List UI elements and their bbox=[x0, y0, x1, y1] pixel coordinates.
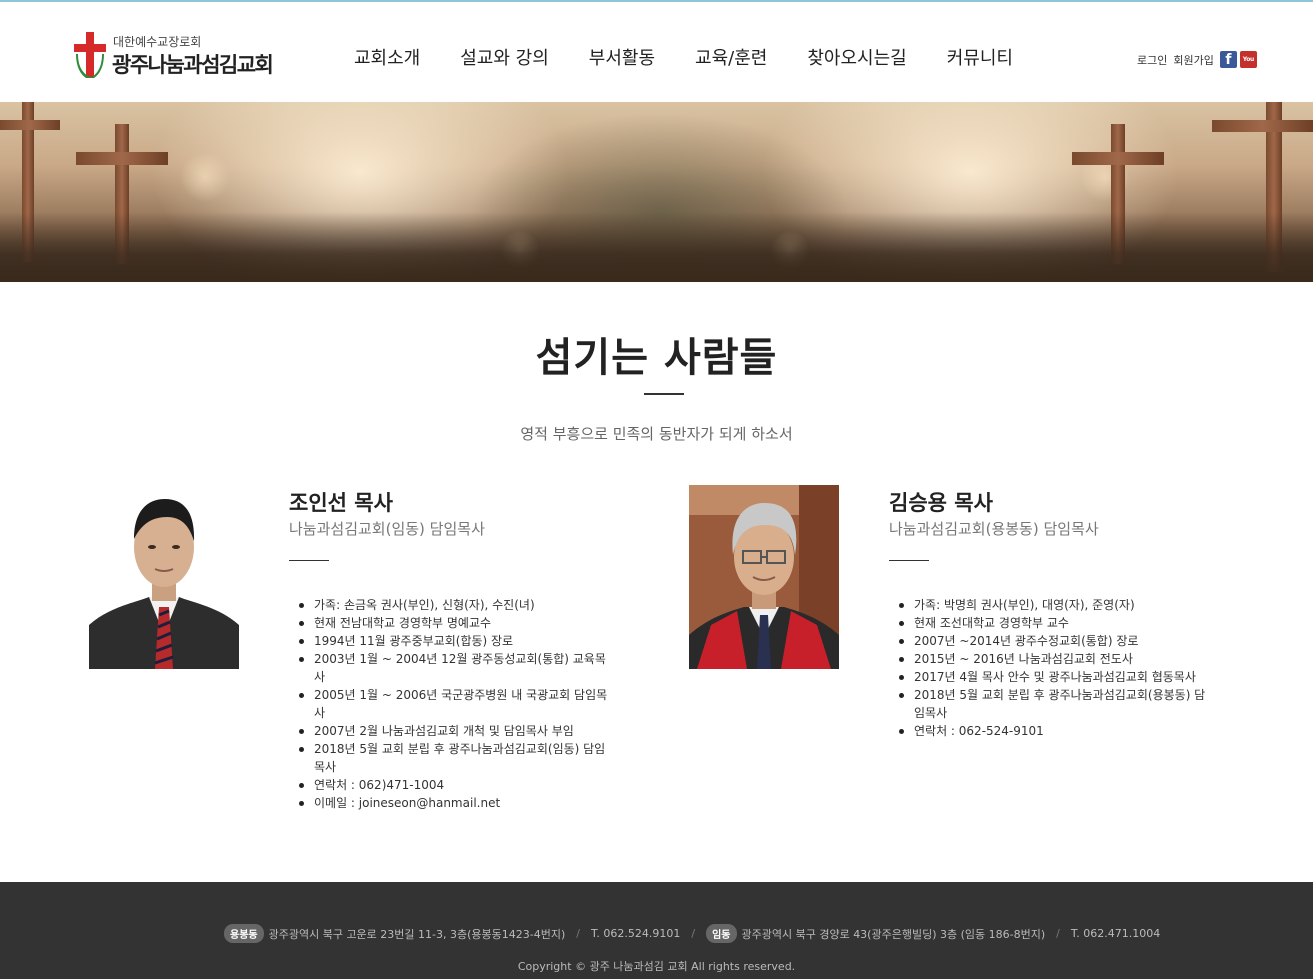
pastor-name: 조인선 목사 bbox=[289, 491, 393, 515]
footer-separator: / bbox=[691, 927, 696, 940]
pastor-role: 나눔과섬김교회(임동) 담임목사 bbox=[289, 520, 485, 538]
list-item: 2018년 5월 교회 분립 후 광주나눔과섬김교회(임동) 담임목사 bbox=[289, 740, 614, 776]
utility-links: 로그인 회원가입 f You Tube bbox=[1137, 51, 1257, 80]
footer-separator: / bbox=[1056, 927, 1060, 940]
site-header: 대한예수교장로회 광주나눔과섬김교회 교회소개 설교와 강의 부서활동 교육/훈… bbox=[0, 2, 1313, 102]
list-item: 가족: 박명희 권사(부인), 대영(자), 준영(자) bbox=[889, 596, 1214, 614]
list-item: 2007년 ~2014년 광주수정교회(통합) 장로 bbox=[889, 632, 1214, 650]
signup-link[interactable]: 회원가입 bbox=[1173, 52, 1213, 68]
list-item: 2005년 1월 ~ 2006년 국군광주병원 내 국광교회 담임목사 bbox=[289, 686, 614, 722]
title-divider bbox=[644, 393, 684, 395]
page-title: 섬기는 사람들 bbox=[535, 335, 778, 381]
cross-logo-icon bbox=[74, 32, 106, 78]
nav-item-sermons[interactable]: 설교와 강의 bbox=[460, 44, 549, 70]
logo-title: 광주나눔과섬김교회 bbox=[112, 53, 274, 77]
facebook-icon[interactable]: f bbox=[1219, 51, 1237, 68]
cross-right-large-arm bbox=[1072, 152, 1164, 165]
list-item: 2007년 2월 나눔과섬김교회 개척 및 담임목사 부임 bbox=[289, 722, 614, 740]
login-link[interactable]: 로그인 bbox=[1137, 52, 1167, 68]
list-item: 현재 전남대학교 경영학부 명예교수 bbox=[289, 614, 614, 632]
nav-item-church-intro[interactable]: 교회소개 bbox=[354, 44, 420, 70]
church-logo[interactable]: 대한예수교장로회 광주나눔과섬김교회 bbox=[72, 30, 312, 82]
footer-separator: / bbox=[576, 927, 580, 940]
banner-ground bbox=[0, 212, 1313, 282]
cross-right-big-arm bbox=[1212, 120, 1313, 132]
logo-subtitle: 대한예수교장로회 bbox=[113, 35, 202, 49]
nav-item-community[interactable]: 커뮤니티 bbox=[947, 44, 1013, 70]
list-item: 1994년 11월 광주중부교회(합동) 장로 bbox=[289, 632, 614, 650]
pastor-name: 김승용 목사 bbox=[889, 491, 993, 515]
site-footer: 용봉동 광주광역시 북구 고운로 23번길 11-3, 3층(용봉동1423-4… bbox=[0, 882, 1313, 979]
pastor-info-list: 가족: 손금옥 권사(부인), 신형(자), 수진(녀) 현재 전남대학교 경영… bbox=[289, 596, 614, 812]
branch-badge: 임동 bbox=[706, 924, 737, 943]
hero-banner-image bbox=[0, 102, 1313, 282]
pastor-info-list: 가족: 박명희 권사(부인), 대영(자), 준영(자) 현재 조선대학교 경영… bbox=[889, 596, 1214, 740]
branch-address: 광주광역시 북구 경양로 43(광주은행빌딩) 3층 (임동 186-8번지) bbox=[741, 927, 1046, 941]
list-item: 현재 조선대학교 경영학부 교수 bbox=[889, 614, 1214, 632]
list-item: 2017년 4월 목사 안수 및 광주나눔과섬김교회 협동목사 bbox=[889, 668, 1214, 686]
list-item: 가족: 손금옥 권사(부인), 신형(자), 수진(녀) bbox=[289, 596, 614, 614]
cross-left-small-arm bbox=[0, 120, 60, 130]
page-subtitle: 영적 부흥으로 민족의 동반자가 되게 하소서 bbox=[520, 425, 793, 443]
email-list-item[interactable]: 이메일 : joineseon@hanmail.net bbox=[289, 794, 614, 812]
pastor-role: 나눔과섬김교회(용봉동) 담임목사 bbox=[889, 520, 1099, 538]
branch-phone: T. 062.471.1004 bbox=[1070, 927, 1161, 940]
list-item: 2015년 ~ 2016년 나눔과섬김교회 전도사 bbox=[889, 650, 1214, 668]
nav-item-departments[interactable]: 부서활동 bbox=[589, 44, 655, 70]
branch-address: 광주광역시 북구 고운로 23번길 11-3, 3층(용봉동1423-4번지) bbox=[268, 927, 566, 941]
main-nav: 교회소개 설교와 강의 부서활동 교육/훈련 찾아오시는길 커뮤니티 bbox=[354, 44, 1053, 70]
nav-item-directions[interactable]: 찾아오시는길 bbox=[807, 44, 906, 70]
nav-item-education[interactable]: 교육/훈련 bbox=[695, 44, 767, 70]
pastor-divider bbox=[889, 560, 929, 561]
copyright-text: Copyright © 광주 나눔과섬김 교회 All rights reser… bbox=[517, 960, 796, 973]
footer-address-row: 용봉동 광주광역시 북구 고운로 23번길 11-3, 3층(용봉동1423-4… bbox=[224, 924, 1160, 943]
pastor-divider bbox=[289, 560, 329, 561]
youtube-icon[interactable]: You Tube bbox=[1239, 51, 1257, 80]
pastor-photo bbox=[689, 485, 839, 669]
list-item: 2003년 1월 ~ 2004년 12월 광주동성교회(통합) 교육목사 bbox=[289, 650, 614, 686]
branch-phone: T. 062.524.9101 bbox=[590, 927, 681, 940]
pastor-photo bbox=[89, 485, 239, 669]
list-item: 2018년 5월 교회 분립 후 광주나눔과섬김교회(용봉동) 담임목사 bbox=[889, 686, 1214, 722]
branch-badge: 용봉동 bbox=[224, 924, 264, 943]
cross-left-large-arm bbox=[76, 152, 168, 165]
list-item: 연락처 : 062-524-9101 bbox=[889, 722, 1214, 740]
list-item: 연락처 : 062)471-1004 bbox=[289, 776, 614, 794]
